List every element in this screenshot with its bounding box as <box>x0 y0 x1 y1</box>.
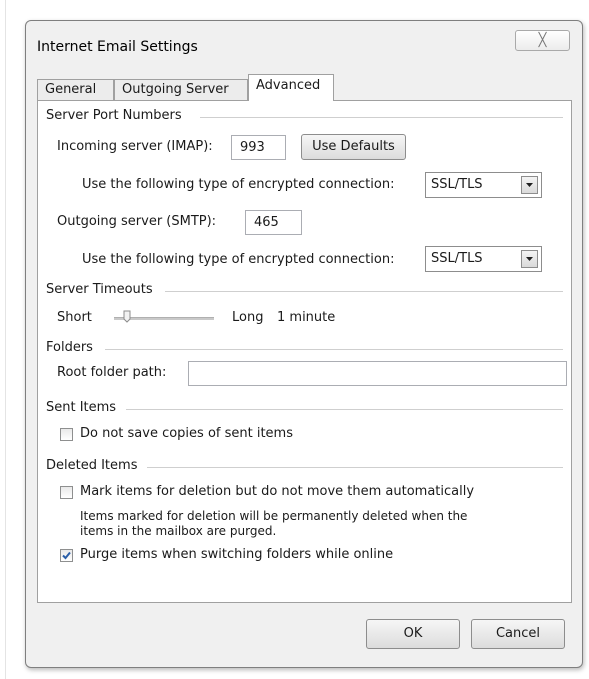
outgoing-encryption-select[interactable]: SSL/TLS <box>425 246 542 272</box>
chevron-down-icon[interactable] <box>521 250 538 268</box>
sent-items-heading: Sent Items <box>46 400 117 415</box>
outgoing-server-label: Outgoing server (SMTP): <box>57 214 217 229</box>
outgoing-port-input[interactable]: 465 <box>245 210 302 235</box>
group-divider <box>126 409 563 410</box>
incoming-server-label: Incoming server (IMAP): <box>57 139 213 154</box>
purge-items-checkbox[interactable] <box>60 549 73 562</box>
checkmark-icon <box>62 551 71 560</box>
server-port-numbers-heading: Server Port Numbers <box>46 108 182 123</box>
dont-save-sent-label: Do not save copies of sent items <box>80 426 293 441</box>
server-timeouts-heading: Server Timeouts <box>46 282 153 297</box>
timeout-value-label: 1 minute <box>277 310 336 325</box>
incoming-encryption-value: SSL/TLS <box>431 177 483 192</box>
root-folder-input[interactable] <box>188 361 567 386</box>
tab-general[interactable]: General <box>37 79 114 100</box>
outgoing-encryption-value: SSL/TLS <box>431 251 483 266</box>
folders-heading: Folders <box>46 340 93 355</box>
incoming-port-input[interactable]: 993 <box>231 135 286 160</box>
close-button[interactable]: ╳ <box>515 30 570 51</box>
incoming-encryption-label: Use the following type of encrypted conn… <box>82 177 395 192</box>
group-divider <box>200 117 563 118</box>
tab-outgoing-server[interactable]: Outgoing Server <box>114 79 248 100</box>
timeout-short-label: Short <box>57 310 92 325</box>
deletion-note-line-1: Items marked for deletion will be perman… <box>80 509 468 523</box>
internet-email-settings-dialog: Internet Email Settings ╳ General Outgoi… <box>25 20 583 668</box>
purge-items-label: Purge items when switching folders while… <box>80 547 394 562</box>
deletion-note-line-2: items in the mailbox are purged. <box>80 524 277 538</box>
cancel-button[interactable]: Cancel <box>471 619 565 649</box>
group-divider <box>165 291 563 292</box>
background-edge-line <box>5 0 6 679</box>
incoming-encryption-select[interactable]: SSL/TLS <box>425 172 542 198</box>
deleted-items-heading: Deleted Items <box>46 458 138 473</box>
mark-for-deletion-checkbox[interactable] <box>60 486 73 499</box>
timeout-slider-thumb[interactable] <box>123 310 131 323</box>
chevron-down-icon[interactable] <box>521 176 538 194</box>
advanced-tab-panel: Server Port Numbers Incoming server (IMA… <box>37 100 572 603</box>
close-icon: ╳ <box>538 33 547 48</box>
root-folder-label: Root folder path: <box>57 365 167 380</box>
tab-advanced[interactable]: Advanced <box>248 74 334 101</box>
use-defaults-button[interactable]: Use Defaults <box>301 134 406 160</box>
group-divider <box>147 467 563 468</box>
dialog-title: Internet Email Settings <box>37 39 198 55</box>
timeout-long-label: Long <box>232 310 264 325</box>
dont-save-sent-checkbox[interactable] <box>60 428 73 441</box>
ok-button[interactable]: OK <box>366 619 460 649</box>
outgoing-encryption-label: Use the following type of encrypted conn… <box>82 252 395 267</box>
mark-for-deletion-label: Mark items for deletion but do not move … <box>80 484 475 499</box>
group-divider <box>105 349 563 350</box>
